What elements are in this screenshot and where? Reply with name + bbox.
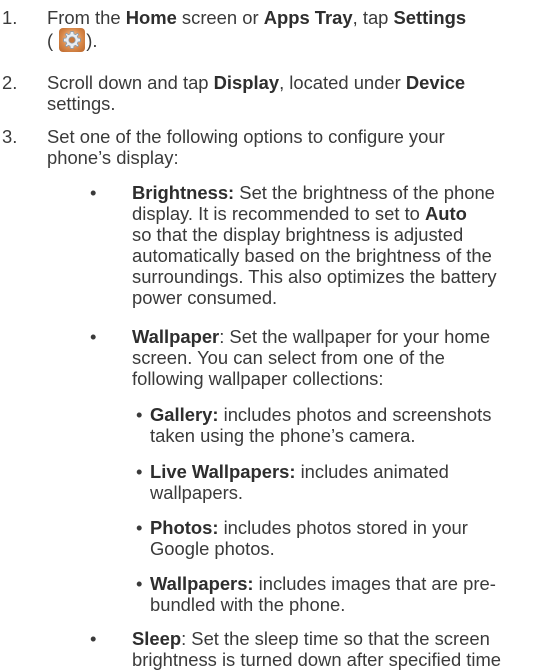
bold-term: Device xyxy=(405,72,466,93)
step-text: From the Home screen or Apps Tray, tap S… xyxy=(47,7,467,52)
bullet: • xyxy=(90,182,97,203)
step-number: 2. xyxy=(2,72,18,93)
collection-text: Gallery: includes photos and screenshots… xyxy=(150,404,492,446)
option-title: Wallpaper xyxy=(132,326,220,347)
option-title: Brightness: xyxy=(132,182,235,203)
step-text: Set one of the following options to conf… xyxy=(47,126,445,168)
bold-term: Home xyxy=(125,7,177,28)
step-number: 1. xyxy=(2,7,18,28)
collection-text: Wallpapers: includes images that are pre… xyxy=(150,573,496,615)
option-title: Sleep xyxy=(132,628,182,649)
collection-title: Live Wallpapers: xyxy=(150,461,296,482)
collection-text: Live Wallpapers: includes animated wallp… xyxy=(150,461,449,503)
option-text: Brightness: Set the brightness of the ph… xyxy=(132,182,497,308)
settings-gear-icon xyxy=(59,28,86,52)
bold-term: Apps Tray xyxy=(263,7,353,28)
sub-bullet: • xyxy=(136,461,143,482)
option-text: Sleep: Set the sleep time so that the sc… xyxy=(132,628,502,670)
document-page: 1. From the Home screen or Apps Tray, ta… xyxy=(0,0,547,670)
collection-title: Gallery: xyxy=(150,404,219,425)
step-number: 3. xyxy=(2,126,18,147)
bullet: • xyxy=(90,628,97,649)
step-text: Scroll down and tap Display, located und… xyxy=(47,72,466,114)
sub-bullet: • xyxy=(136,404,143,425)
collection-text: Photos: includes photos stored in your G… xyxy=(150,517,468,559)
bullet: • xyxy=(90,326,97,347)
sub-bullet: • xyxy=(136,517,143,538)
sub-bullet: • xyxy=(136,573,143,594)
option-text: Wallpaper: Set the wallpaper for your ho… xyxy=(132,326,491,389)
collection-title: Wallpapers: xyxy=(150,573,254,594)
bold-term: Settings xyxy=(393,7,467,28)
collection-title: Photos: xyxy=(150,517,219,538)
bold-term: Display xyxy=(213,72,280,93)
bold-term: Auto xyxy=(425,203,467,224)
